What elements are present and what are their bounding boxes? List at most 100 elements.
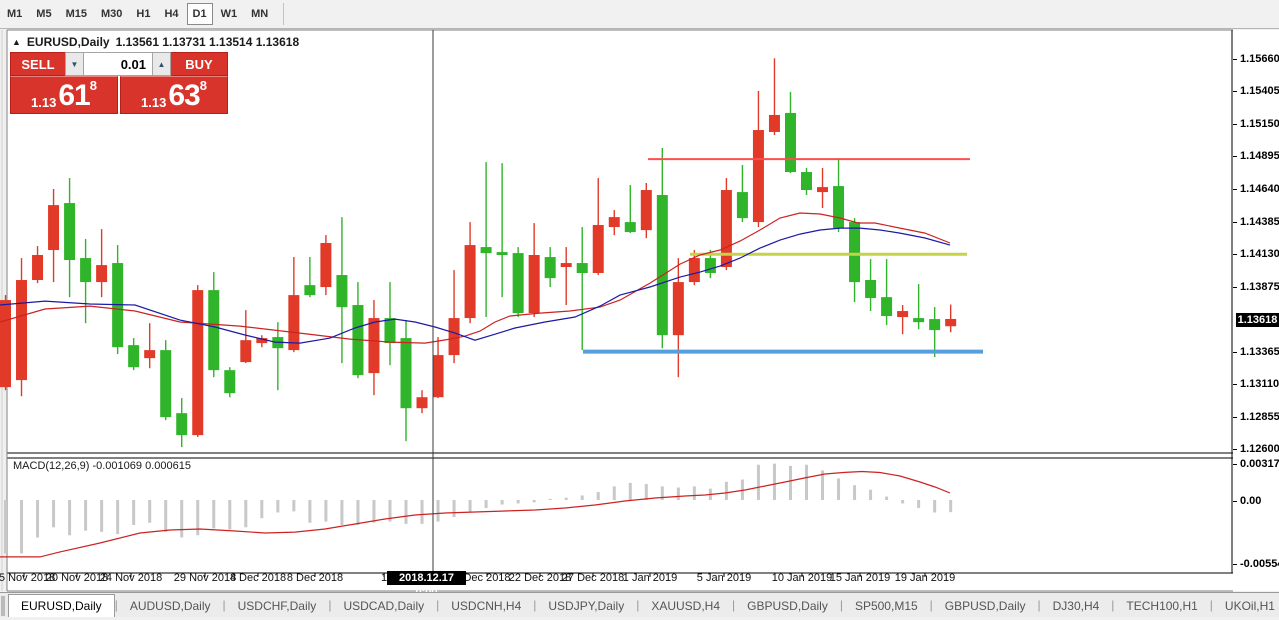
candle-body bbox=[769, 115, 780, 132]
date-axis-label: 27 Dec 2018 bbox=[562, 572, 624, 584]
candle-body bbox=[32, 255, 43, 280]
chart-tab-GBPUSD-Daily[interactable]: GBPUSD,Daily bbox=[933, 595, 1038, 617]
chart-tab-DJ30-H4[interactable]: DJ30,H4 bbox=[1041, 595, 1112, 617]
candle-body bbox=[384, 318, 395, 343]
price-tick bbox=[1233, 124, 1237, 125]
bid-prefix: 1.13 bbox=[31, 95, 56, 110]
bid-superscript: 8 bbox=[90, 79, 97, 92]
date-axis-label: 29 Nov 2018 bbox=[174, 572, 236, 584]
chart-window: ▲ EURUSD,Daily 1.13561 1.13731 1.13514 1… bbox=[0, 29, 1279, 592]
candle-body bbox=[481, 247, 492, 253]
candle-body bbox=[497, 252, 508, 255]
lot-increase-button[interactable]: ▲ bbox=[152, 52, 171, 76]
plot-area bbox=[7, 30, 1233, 591]
candle-body bbox=[641, 190, 652, 230]
date-axis-label: 10 Jan 2019 bbox=[772, 572, 833, 584]
macd-tick bbox=[1233, 501, 1237, 502]
sell-button[interactable]: SELL bbox=[10, 52, 65, 76]
candle-body bbox=[48, 205, 59, 250]
chart-tab-AUDUSD-Daily[interactable]: AUDUSD,Daily bbox=[118, 595, 223, 617]
chart-tab-USDJPY-Daily[interactable]: USDJPY,Daily bbox=[536, 595, 636, 617]
price-axis-label: 1.14130 bbox=[1240, 248, 1279, 260]
chart-tab-GBPUSD-Daily[interactable]: GBPUSD,Daily bbox=[735, 595, 840, 617]
macd-tick bbox=[1233, 464, 1237, 465]
timeframe-button-H1[interactable]: H1 bbox=[130, 3, 156, 25]
chart-tab-bar: EURUSD,Daily|AUDUSD,Daily|USDCHF,Daily|U… bbox=[0, 592, 1279, 617]
bid-big-digits: 61 bbox=[58, 82, 89, 110]
collapse-triangle-icon[interactable]: ▲ bbox=[12, 37, 21, 47]
candle-body bbox=[785, 113, 796, 172]
price-axis-label: 1.12855 bbox=[1240, 411, 1279, 423]
price-axis-label: 1.14895 bbox=[1240, 150, 1279, 162]
candle-body bbox=[64, 203, 75, 260]
date-axis-label: 5 Jan 2019 bbox=[697, 572, 751, 584]
timeframe-button-M15[interactable]: M15 bbox=[60, 3, 93, 25]
ask-price-quote[interactable]: 1.13638 bbox=[120, 76, 228, 114]
candle-body bbox=[192, 290, 203, 435]
chart-tab-USDCAD-Daily[interactable]: USDCAD,Daily bbox=[331, 595, 436, 617]
chart-tab-SP500-M15[interactable]: SP500,M15 bbox=[843, 595, 930, 617]
price-axis[interactable]: 1.156601.154051.151501.148951.146401.143… bbox=[1233, 30, 1279, 591]
date-axis-label: Dec 2018 bbox=[463, 572, 510, 584]
price-tick bbox=[1233, 91, 1237, 92]
symbol-name: EURUSD,Daily bbox=[27, 35, 110, 49]
candle-body bbox=[144, 350, 155, 358]
candle-body bbox=[176, 413, 187, 435]
timeframe-toolbar: M1M5M15M30H1H4D1W1MN bbox=[0, 0, 1279, 29]
lot-size-input[interactable]: 0.01 bbox=[84, 52, 152, 76]
date-axis-label: 1 Jan 2019 bbox=[623, 572, 677, 584]
macd-indicator-label: MACD(12,26,9) -0.001069 0.000615 bbox=[13, 460, 191, 472]
candle-body bbox=[609, 217, 620, 227]
candle-body bbox=[913, 318, 924, 322]
chart-tab-USDCNH-H4[interactable]: USDCNH,H4 bbox=[439, 595, 533, 617]
candle-body bbox=[80, 258, 91, 282]
candle-body bbox=[561, 263, 572, 267]
price-axis-label: 1.14640 bbox=[1240, 183, 1279, 195]
chart-tab-EURUSD-Daily[interactable]: EURUSD,Daily bbox=[8, 594, 115, 617]
price-axis-label: 1.13110 bbox=[1240, 378, 1279, 390]
timeframe-button-M30[interactable]: M30 bbox=[95, 3, 128, 25]
candle-body bbox=[288, 295, 299, 350]
bid-price-quote[interactable]: 1.13618 bbox=[10, 76, 118, 114]
price-axis-label: 1.15150 bbox=[1240, 118, 1279, 130]
candle-body bbox=[897, 311, 908, 317]
candle-body bbox=[16, 280, 27, 380]
candle-body bbox=[849, 222, 860, 282]
chart-tab-UKOil-H1[interactable]: UKOil,H1 bbox=[1213, 595, 1279, 617]
macd-axis-label: -0.005543 bbox=[1240, 558, 1279, 570]
candle-body bbox=[465, 245, 476, 318]
candle-body bbox=[128, 345, 139, 367]
candle-body bbox=[625, 222, 636, 232]
chart-symbol-title: ▲ EURUSD,Daily 1.13561 1.13731 1.13514 1… bbox=[12, 35, 299, 49]
price-tick bbox=[1233, 352, 1237, 353]
price-axis-label: 1.13875 bbox=[1240, 281, 1279, 293]
candle-body bbox=[0, 300, 11, 387]
date-axis-label: 24 Nov 2018 bbox=[100, 572, 162, 584]
timeframe-button-D1[interactable]: D1 bbox=[187, 3, 213, 25]
macd-tick bbox=[1233, 564, 1237, 565]
candle-body bbox=[368, 318, 379, 373]
chart-tab-USDCHF-Daily[interactable]: USDCHF,Daily bbox=[226, 595, 329, 617]
ask-big-digits: 63 bbox=[168, 82, 199, 110]
timeframe-button-MN[interactable]: MN bbox=[245, 3, 274, 25]
timeframe-button-H4[interactable]: H4 bbox=[158, 3, 184, 25]
buy-button[interactable]: BUY bbox=[171, 52, 228, 76]
candle-body bbox=[240, 340, 251, 362]
candle-body bbox=[336, 275, 347, 307]
price-axis-label: 1.13365 bbox=[1240, 346, 1279, 358]
date-axis-label: 8 Dec 2018 bbox=[287, 572, 343, 584]
timeframe-button-M5[interactable]: M5 bbox=[30, 3, 57, 25]
chart-tab-TECH100-H1[interactable]: TECH100,H1 bbox=[1114, 595, 1209, 617]
price-tick bbox=[1233, 189, 1237, 190]
crosshair-date-tag: 2018.12.17 0:00 bbox=[387, 571, 466, 585]
timeframe-button-M1[interactable]: M1 bbox=[1, 3, 28, 25]
candle-body bbox=[881, 297, 892, 316]
timeframe-button-W1[interactable]: W1 bbox=[215, 3, 244, 25]
candle-body bbox=[224, 370, 235, 393]
candle-body bbox=[417, 397, 428, 408]
date-axis-label: 15 Jan 2019 bbox=[830, 572, 891, 584]
chart-tab-XAUUSD-H4[interactable]: XAUUSD,H4 bbox=[639, 595, 732, 617]
price-tick bbox=[1233, 384, 1237, 385]
candle-body bbox=[865, 280, 876, 298]
lot-decrease-button[interactable]: ▼ bbox=[65, 52, 84, 76]
